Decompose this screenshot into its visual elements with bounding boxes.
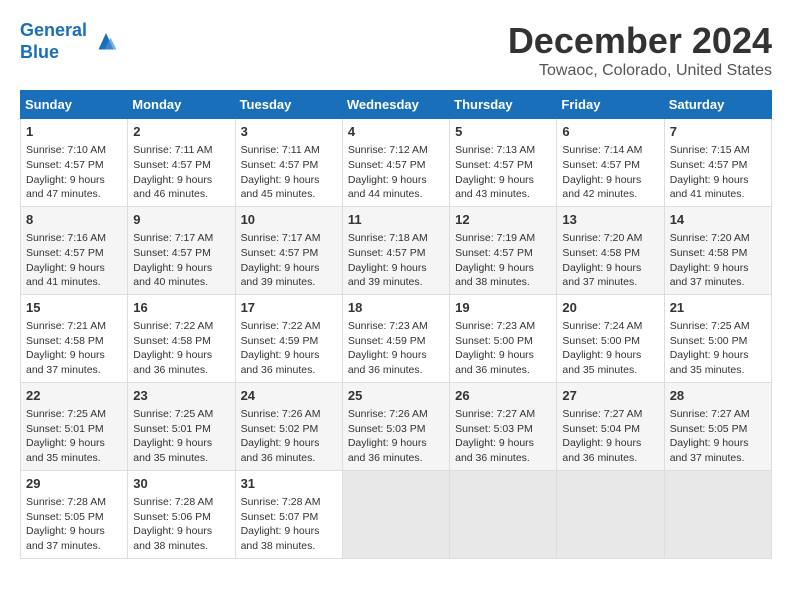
logo-text: GeneralBlue bbox=[20, 20, 87, 63]
table-row: 21Sunrise: 7:25 AMSunset: 5:00 PMDayligh… bbox=[664, 294, 771, 382]
table-row: 28Sunrise: 7:27 AMSunset: 5:05 PMDayligh… bbox=[664, 382, 771, 470]
table-row bbox=[342, 470, 449, 558]
calendar-week-row: 22Sunrise: 7:25 AMSunset: 5:01 PMDayligh… bbox=[21, 382, 772, 470]
calendar-week-row: 29Sunrise: 7:28 AMSunset: 5:05 PMDayligh… bbox=[21, 470, 772, 558]
header-wednesday: Wednesday bbox=[342, 91, 449, 119]
table-row bbox=[557, 470, 664, 558]
table-row: 1Sunrise: 7:10 AMSunset: 4:57 PMDaylight… bbox=[21, 119, 128, 207]
day-number: 21 bbox=[670, 299, 766, 317]
calendar-week-row: 15Sunrise: 7:21 AMSunset: 4:58 PMDayligh… bbox=[21, 294, 772, 382]
page-header: GeneralBlue December 2024 Towaoc, Colora… bbox=[20, 20, 772, 80]
header-tuesday: Tuesday bbox=[235, 91, 342, 119]
table-row: 25Sunrise: 7:26 AMSunset: 5:03 PMDayligh… bbox=[342, 382, 449, 470]
table-row: 11Sunrise: 7:18 AMSunset: 4:57 PMDayligh… bbox=[342, 206, 449, 294]
day-number: 23 bbox=[133, 387, 229, 405]
day-number: 2 bbox=[133, 123, 229, 141]
table-row: 7Sunrise: 7:15 AMSunset: 4:57 PMDaylight… bbox=[664, 119, 771, 207]
day-number: 14 bbox=[670, 211, 766, 229]
table-row: 29Sunrise: 7:28 AMSunset: 5:05 PMDayligh… bbox=[21, 470, 128, 558]
table-row: 6Sunrise: 7:14 AMSunset: 4:57 PMDaylight… bbox=[557, 119, 664, 207]
day-number: 29 bbox=[26, 475, 122, 493]
day-number: 26 bbox=[455, 387, 551, 405]
day-number: 7 bbox=[670, 123, 766, 141]
day-number: 11 bbox=[348, 211, 444, 229]
header-monday: Monday bbox=[128, 91, 235, 119]
table-row: 12Sunrise: 7:19 AMSunset: 4:57 PMDayligh… bbox=[450, 206, 557, 294]
table-row: 27Sunrise: 7:27 AMSunset: 5:04 PMDayligh… bbox=[557, 382, 664, 470]
day-number: 16 bbox=[133, 299, 229, 317]
day-number: 28 bbox=[670, 387, 766, 405]
day-number: 5 bbox=[455, 123, 551, 141]
title-section: December 2024 Towaoc, Colorado, United S… bbox=[508, 20, 772, 80]
calendar-week-row: 8Sunrise: 7:16 AMSunset: 4:57 PMDaylight… bbox=[21, 206, 772, 294]
day-number: 15 bbox=[26, 299, 122, 317]
day-number: 18 bbox=[348, 299, 444, 317]
table-row: 31Sunrise: 7:28 AMSunset: 5:07 PMDayligh… bbox=[235, 470, 342, 558]
day-number: 19 bbox=[455, 299, 551, 317]
calendar-table: Sunday Monday Tuesday Wednesday Thursday… bbox=[20, 90, 772, 559]
table-row: 19Sunrise: 7:23 AMSunset: 5:00 PMDayligh… bbox=[450, 294, 557, 382]
day-number: 27 bbox=[562, 387, 658, 405]
table-row: 30Sunrise: 7:28 AMSunset: 5:06 PMDayligh… bbox=[128, 470, 235, 558]
calendar-header-row: Sunday Monday Tuesday Wednesday Thursday… bbox=[21, 91, 772, 119]
calendar-week-row: 1Sunrise: 7:10 AMSunset: 4:57 PMDaylight… bbox=[21, 119, 772, 207]
day-number: 24 bbox=[241, 387, 337, 405]
table-row: 22Sunrise: 7:25 AMSunset: 5:01 PMDayligh… bbox=[21, 382, 128, 470]
table-row: 4Sunrise: 7:12 AMSunset: 4:57 PMDaylight… bbox=[342, 119, 449, 207]
calendar-title: December 2024 bbox=[508, 20, 772, 62]
day-number: 25 bbox=[348, 387, 444, 405]
table-row bbox=[450, 470, 557, 558]
table-row: 5Sunrise: 7:13 AMSunset: 4:57 PMDaylight… bbox=[450, 119, 557, 207]
table-row: 3Sunrise: 7:11 AMSunset: 4:57 PMDaylight… bbox=[235, 119, 342, 207]
logo-icon bbox=[91, 27, 121, 57]
day-number: 9 bbox=[133, 211, 229, 229]
day-number: 1 bbox=[26, 123, 122, 141]
table-row: 2Sunrise: 7:11 AMSunset: 4:57 PMDaylight… bbox=[128, 119, 235, 207]
table-row: 16Sunrise: 7:22 AMSunset: 4:58 PMDayligh… bbox=[128, 294, 235, 382]
day-number: 17 bbox=[241, 299, 337, 317]
table-row: 24Sunrise: 7:26 AMSunset: 5:02 PMDayligh… bbox=[235, 382, 342, 470]
day-number: 31 bbox=[241, 475, 337, 493]
table-row: 18Sunrise: 7:23 AMSunset: 4:59 PMDayligh… bbox=[342, 294, 449, 382]
table-row: 10Sunrise: 7:17 AMSunset: 4:57 PMDayligh… bbox=[235, 206, 342, 294]
day-number: 13 bbox=[562, 211, 658, 229]
calendar-subtitle: Towaoc, Colorado, United States bbox=[508, 62, 772, 80]
table-row: 20Sunrise: 7:24 AMSunset: 5:00 PMDayligh… bbox=[557, 294, 664, 382]
table-row: 9Sunrise: 7:17 AMSunset: 4:57 PMDaylight… bbox=[128, 206, 235, 294]
logo: GeneralBlue bbox=[20, 20, 121, 63]
table-row: 26Sunrise: 7:27 AMSunset: 5:03 PMDayligh… bbox=[450, 382, 557, 470]
header-friday: Friday bbox=[557, 91, 664, 119]
table-row: 13Sunrise: 7:20 AMSunset: 4:58 PMDayligh… bbox=[557, 206, 664, 294]
table-row: 17Sunrise: 7:22 AMSunset: 4:59 PMDayligh… bbox=[235, 294, 342, 382]
table-row: 15Sunrise: 7:21 AMSunset: 4:58 PMDayligh… bbox=[21, 294, 128, 382]
day-number: 4 bbox=[348, 123, 444, 141]
header-saturday: Saturday bbox=[664, 91, 771, 119]
table-row: 23Sunrise: 7:25 AMSunset: 5:01 PMDayligh… bbox=[128, 382, 235, 470]
table-row: 14Sunrise: 7:20 AMSunset: 4:58 PMDayligh… bbox=[664, 206, 771, 294]
table-row bbox=[664, 470, 771, 558]
day-number: 12 bbox=[455, 211, 551, 229]
table-row: 8Sunrise: 7:16 AMSunset: 4:57 PMDaylight… bbox=[21, 206, 128, 294]
day-number: 10 bbox=[241, 211, 337, 229]
day-number: 20 bbox=[562, 299, 658, 317]
header-sunday: Sunday bbox=[21, 91, 128, 119]
day-number: 6 bbox=[562, 123, 658, 141]
day-number: 8 bbox=[26, 211, 122, 229]
header-thursday: Thursday bbox=[450, 91, 557, 119]
day-number: 22 bbox=[26, 387, 122, 405]
day-number: 30 bbox=[133, 475, 229, 493]
day-number: 3 bbox=[241, 123, 337, 141]
